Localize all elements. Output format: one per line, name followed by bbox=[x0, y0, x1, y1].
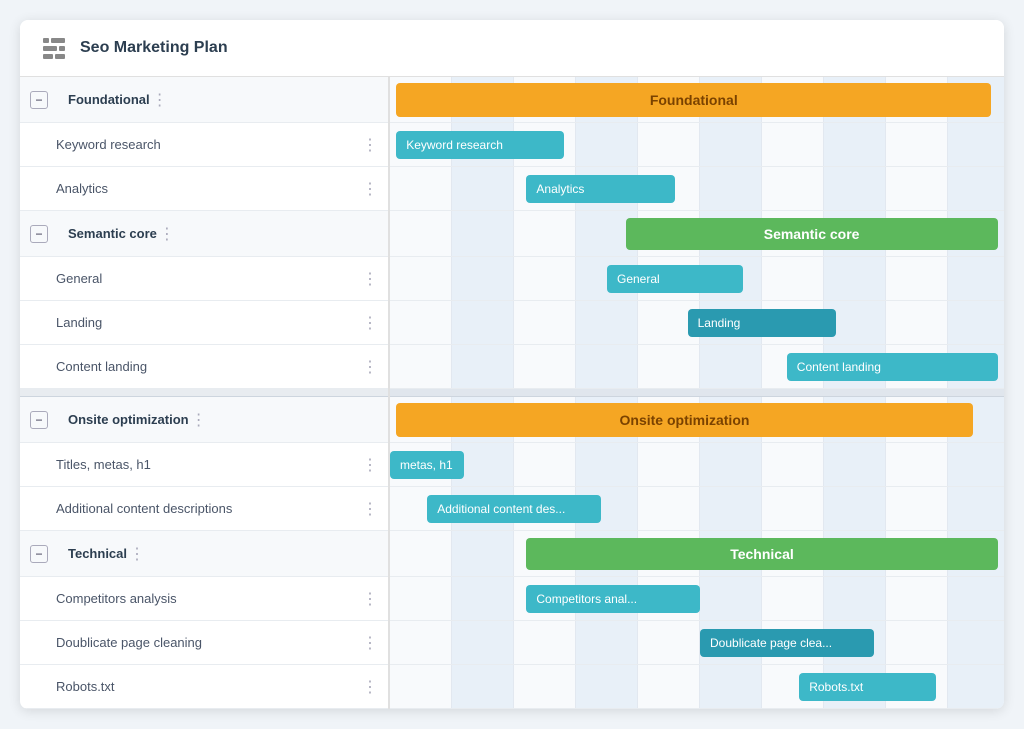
gantt-row-foundational: Foundational bbox=[390, 77, 1004, 123]
row-analytics: Analytics ⋮ bbox=[20, 167, 388, 211]
row-foundational: − Foundational ⋮ bbox=[20, 77, 388, 123]
gantt-row-content-landing: Content landing bbox=[390, 345, 1004, 389]
additional-dots[interactable]: ⋮ bbox=[360, 499, 380, 519]
content-landing-label: Content landing bbox=[20, 359, 360, 374]
titles-label: Titles, metas, h1 bbox=[20, 457, 360, 472]
competitors-dots[interactable]: ⋮ bbox=[360, 589, 380, 609]
gantt-col-5 bbox=[638, 77, 700, 122]
gantt-icon bbox=[40, 34, 68, 62]
robots-label: Robots.txt bbox=[20, 679, 360, 694]
gantt-row-keyword-research: Keyword research bbox=[390, 123, 1004, 167]
section-divider-left bbox=[20, 389, 388, 397]
robots-dots[interactable]: ⋮ bbox=[360, 677, 380, 697]
gantt-wrapper: − Foundational ⋮ Keyword research ⋮ Anal… bbox=[20, 77, 1004, 709]
doublicate-label: Doublicate page cleaning bbox=[20, 635, 360, 650]
foundational-label: Foundational bbox=[56, 92, 150, 107]
app-container: Seo Marketing Plan − Foundational ⋮ Keyw… bbox=[20, 20, 1004, 709]
semantic-core-dots[interactable]: ⋮ bbox=[157, 224, 177, 244]
collapse-foundational[interactable]: − bbox=[30, 91, 48, 109]
onsite-label: Onsite optimization bbox=[56, 412, 189, 427]
onsite-dots[interactable]: ⋮ bbox=[189, 410, 209, 430]
row-semantic-core: − Semantic core ⋮ bbox=[20, 211, 388, 257]
technical-dots[interactable]: ⋮ bbox=[127, 544, 147, 564]
keyword-research-label: Keyword research bbox=[20, 137, 360, 152]
gantt-col-4 bbox=[576, 77, 638, 122]
semantic-core-label: Semantic core bbox=[56, 226, 157, 241]
collapse-technical[interactable]: − bbox=[30, 545, 48, 563]
additional-label: Additional content descriptions bbox=[20, 501, 360, 516]
row-general: General ⋮ bbox=[20, 257, 388, 301]
row-additional: Additional content descriptions ⋮ bbox=[20, 487, 388, 531]
foundational-dots[interactable]: ⋮ bbox=[150, 90, 170, 110]
content-landing-dots[interactable]: ⋮ bbox=[360, 357, 380, 377]
gantt-col-9 bbox=[886, 77, 948, 122]
collapse-onsite[interactable]: − bbox=[30, 411, 48, 429]
row-technical: − Technical ⋮ bbox=[20, 531, 388, 577]
row-titles: Titles, metas, h1 ⋮ bbox=[20, 443, 388, 487]
analytics-dots[interactable]: ⋮ bbox=[360, 179, 380, 199]
row-doublicate: Doublicate page cleaning ⋮ bbox=[20, 621, 388, 665]
gantt-row-competitors: Competitors anal... bbox=[390, 577, 1004, 621]
gantt-col-3 bbox=[514, 77, 576, 122]
row-robots: Robots.txt ⋮ bbox=[20, 665, 388, 709]
page-title: Seo Marketing Plan bbox=[80, 39, 228, 57]
analytics-label: Analytics bbox=[20, 181, 360, 196]
row-landing: Landing ⋮ bbox=[20, 301, 388, 345]
gantt-row-onsite: Onsite optimization bbox=[390, 397, 1004, 443]
header: Seo Marketing Plan bbox=[20, 20, 1004, 77]
left-panel: − Foundational ⋮ Keyword research ⋮ Anal… bbox=[20, 77, 390, 709]
collapse-semantic-core[interactable]: − bbox=[30, 225, 48, 243]
gantt-row-titles: metas, h1 bbox=[390, 443, 1004, 487]
keyword-research-dots[interactable]: ⋮ bbox=[360, 135, 380, 155]
gantt-col-2 bbox=[452, 77, 514, 122]
row-onsite: − Onsite optimization ⋮ bbox=[20, 397, 388, 443]
gantt-col-10 bbox=[948, 77, 1004, 122]
gantt-row-semantic-core: Semantic core bbox=[390, 211, 1004, 257]
row-competitors: Competitors analysis ⋮ bbox=[20, 577, 388, 621]
right-panel: Foundational Keyword researc bbox=[390, 77, 1004, 709]
gantt-row-doublicate: Doublicate page clea... bbox=[390, 621, 1004, 665]
competitors-label: Competitors analysis bbox=[20, 591, 360, 606]
gantt-row-analytics: Analytics bbox=[390, 167, 1004, 211]
gantt-row-robots: Robots.txt bbox=[390, 665, 1004, 709]
gantt-row-landing: Landing bbox=[390, 301, 1004, 345]
gantt-col-1 bbox=[390, 77, 452, 122]
gantt-col-7 bbox=[762, 77, 824, 122]
gantt-row-additional: Additional content des... bbox=[390, 487, 1004, 531]
gantt-row-technical: Technical bbox=[390, 531, 1004, 577]
section-divider-right bbox=[390, 389, 1004, 397]
landing-label: Landing bbox=[20, 315, 360, 330]
row-content-landing: Content landing ⋮ bbox=[20, 345, 388, 389]
general-label: General bbox=[20, 271, 360, 286]
gantt-col-8 bbox=[824, 77, 886, 122]
doublicate-dots[interactable]: ⋮ bbox=[360, 633, 380, 653]
row-keyword-research: Keyword research ⋮ bbox=[20, 123, 388, 167]
technical-label: Technical bbox=[56, 546, 127, 561]
titles-dots[interactable]: ⋮ bbox=[360, 455, 380, 475]
landing-dots[interactable]: ⋮ bbox=[360, 313, 380, 333]
general-dots[interactable]: ⋮ bbox=[360, 269, 380, 289]
gantt-col-6 bbox=[700, 77, 762, 122]
gantt-grid: Foundational Keyword researc bbox=[390, 77, 1004, 709]
gantt-row-general: General bbox=[390, 257, 1004, 301]
